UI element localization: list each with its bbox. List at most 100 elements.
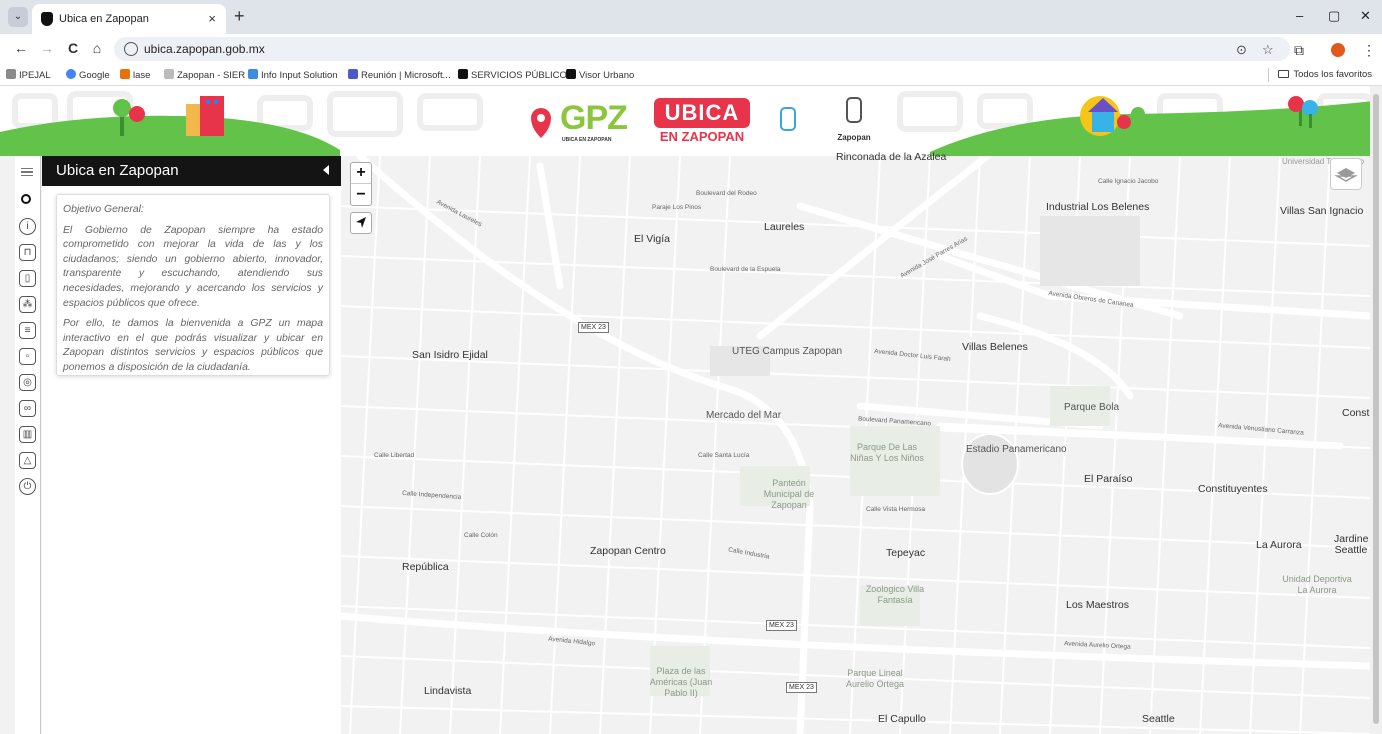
page-scrollbar[interactable] bbox=[1370, 86, 1382, 734]
power-icon[interactable]: ⏻ bbox=[19, 478, 36, 495]
bookmark-label: Reunión | Microsoft... bbox=[361, 70, 451, 81]
map-label-edge: Consti bbox=[1342, 407, 1372, 419]
map-label: Parque Bola bbox=[1064, 402, 1120, 413]
map-label: UTEG Campus Zapopan bbox=[732, 346, 843, 357]
building-icon[interactable]: ▯ bbox=[19, 270, 36, 287]
objective-paragraph-1: El Gobierno de Zapopan siempre ha estado… bbox=[63, 224, 323, 309]
park-label: Panteón Municipal de Zapopan bbox=[763, 478, 815, 510]
map-label: La Aurora bbox=[1256, 539, 1302, 551]
map-label: Seattle bbox=[1142, 713, 1175, 725]
map-label: Laureles bbox=[764, 221, 805, 233]
zoom-out-button[interactable]: − bbox=[351, 185, 371, 206]
google-icon bbox=[66, 69, 76, 79]
all-bookmarks-button[interactable]: Todos los favoritos bbox=[1278, 69, 1372, 80]
bookmark-visor[interactable]: Visor Urbano bbox=[566, 69, 634, 81]
menu-icon[interactable] bbox=[21, 168, 33, 176]
zoom-in-button[interactable]: + bbox=[351, 163, 371, 184]
location-icon[interactable]: ⊙ bbox=[1236, 42, 1247, 58]
layers-button[interactable] bbox=[1330, 158, 1362, 190]
site-info-icon[interactable] bbox=[124, 42, 138, 56]
map-label: Industrial Los Belenes bbox=[1046, 201, 1150, 213]
map-label: Constituyentes bbox=[1198, 483, 1268, 495]
tab-search-icon[interactable]: ⌄ bbox=[8, 7, 28, 27]
street-label: Calle Colón bbox=[464, 532, 498, 539]
bookmark-info-input[interactable]: Info Input Solution bbox=[248, 69, 338, 81]
park-label: Unidad Deportiva La Aurora bbox=[1282, 574, 1352, 595]
bookmark-servicios[interactable]: SERVICIOS PÚBLICOS bbox=[458, 69, 573, 81]
navigation-arrow-icon bbox=[356, 217, 366, 228]
new-tab-button[interactable]: + bbox=[234, 6, 245, 27]
panel-title: Ubica en Zapopan bbox=[56, 162, 179, 179]
bookmark-reunion[interactable]: Reunión | Microsoft... bbox=[348, 69, 451, 81]
car-icon[interactable]: ⊓ bbox=[19, 244, 36, 261]
panel-header: Ubica en Zapopan bbox=[42, 156, 341, 186]
objective-card: Objetivo General: El Gobierno de Zapopan… bbox=[56, 194, 330, 376]
bookmark-zapopan-sier[interactable]: Zapopan - SIER bbox=[164, 69, 245, 81]
scrollbar-thumb[interactable] bbox=[1373, 94, 1379, 724]
back-button[interactable]: ← bbox=[12, 40, 30, 56]
map-label: El Vigía bbox=[634, 233, 670, 245]
bookmark-google[interactable]: Google bbox=[66, 69, 110, 81]
lase-icon bbox=[120, 69, 130, 79]
map-label: República bbox=[402, 561, 449, 573]
bookmark-lase[interactable]: lase bbox=[120, 69, 150, 81]
bookmark-ipejal[interactable]: IPEJAL bbox=[6, 69, 51, 81]
extensions-icon[interactable]: ⧉ bbox=[1294, 42, 1304, 59]
forward-button[interactable]: → bbox=[38, 40, 56, 56]
gpz-logo: GPZ bbox=[560, 99, 628, 137]
restore-button[interactable]: ▢ bbox=[1328, 8, 1340, 24]
bookmark-label: Info Input Solution bbox=[261, 70, 338, 81]
reload-button[interactable]: C bbox=[64, 40, 82, 56]
street-label: Boulevard de la Espuela bbox=[710, 266, 781, 273]
warning-icon[interactable]: △ bbox=[19, 452, 36, 469]
map-label: El Paraíso bbox=[1084, 473, 1133, 485]
street-label: Calle Vista Hermosa bbox=[866, 506, 926, 513]
sports-icon[interactable]: ◎ bbox=[19, 374, 36, 391]
street-label: Boulevard del Rodeo bbox=[696, 190, 757, 197]
tab-title: Ubica en Zapopan bbox=[59, 13, 149, 25]
bookmark-star-icon[interactable]: ☆ bbox=[1262, 42, 1274, 58]
locate-me-button[interactable] bbox=[350, 212, 372, 234]
browser-menu-icon[interactable]: ⋮ bbox=[1362, 42, 1376, 59]
all-bookmarks-label: Todos los favoritos bbox=[1293, 69, 1372, 80]
minimize-button[interactable]: – bbox=[1296, 8, 1303, 23]
gpz-tagline: UBICA EN ZAPOPAN bbox=[562, 137, 612, 143]
home-button[interactable]: ⌂ bbox=[88, 40, 106, 56]
web-page: GPZ UBICA EN ZAPOPAN UBICA EN ZAPOPAN Za… bbox=[0, 86, 1382, 734]
bookmark-label: Visor Urbano bbox=[579, 70, 635, 81]
bookmark-label: Google bbox=[79, 70, 110, 81]
address-bar-row: ← → C ⌂ ubica.zapopan.gob.mx ⊙ ☆ ⧉ ⋮ bbox=[0, 34, 1382, 64]
url-field[interactable]: ubica.zapopan.gob.mx ⊙ ☆ bbox=[114, 37, 1290, 61]
highway-shield: MEX 23 bbox=[766, 620, 797, 631]
map-label: Zapopan Centro bbox=[590, 545, 666, 557]
search-icon[interactable] bbox=[21, 194, 31, 204]
document-icon[interactable]: ▫ bbox=[19, 348, 36, 365]
close-window-button[interactable]: ✕ bbox=[1360, 8, 1371, 24]
map-label: Villas San Ignacio bbox=[1280, 205, 1364, 217]
map-label-edge: Jardine Seattle bbox=[1334, 533, 1369, 556]
browser-tab-active[interactable]: Ubica en Zapopan × bbox=[32, 4, 226, 34]
map-label: Rinconada de la Azalea bbox=[836, 151, 947, 163]
people-icon[interactable]: ⁂ bbox=[19, 296, 36, 313]
collapse-panel-icon[interactable] bbox=[323, 165, 329, 175]
store-icon[interactable]: ≡ bbox=[19, 322, 36, 339]
zapopan-favicon-icon bbox=[41, 12, 53, 26]
browser-tab-bar: ⌄ Ubica en Zapopan × + – ▢ ✕ bbox=[0, 0, 1382, 34]
highway-shield: MEX 23 bbox=[578, 322, 609, 333]
info-input-icon bbox=[248, 69, 258, 79]
servicios-icon bbox=[458, 69, 468, 79]
street-label: Calle Santa Lucía bbox=[698, 452, 750, 459]
visor-icon bbox=[566, 69, 576, 79]
bicycle-icon[interactable]: ∞ bbox=[19, 400, 36, 417]
trash-icon[interactable]: ▥ bbox=[19, 426, 36, 443]
profile-avatar[interactable] bbox=[1331, 43, 1345, 57]
park-label: Zoologico Villa Fantasía bbox=[865, 584, 925, 605]
objective-heading: Objetivo General: bbox=[63, 204, 144, 215]
ipejal-icon bbox=[6, 69, 16, 79]
url-text: ubica.zapopan.gob.mx bbox=[144, 42, 265, 56]
info-icon[interactable]: i bbox=[19, 218, 36, 235]
sier-icon bbox=[164, 69, 174, 79]
bookmarks-bar: IPEJAL Google lase Zapopan - SIER Info I… bbox=[0, 64, 1382, 86]
tab-close-icon[interactable]: × bbox=[208, 11, 216, 26]
map-label: Villas Belenes bbox=[962, 341, 1028, 353]
